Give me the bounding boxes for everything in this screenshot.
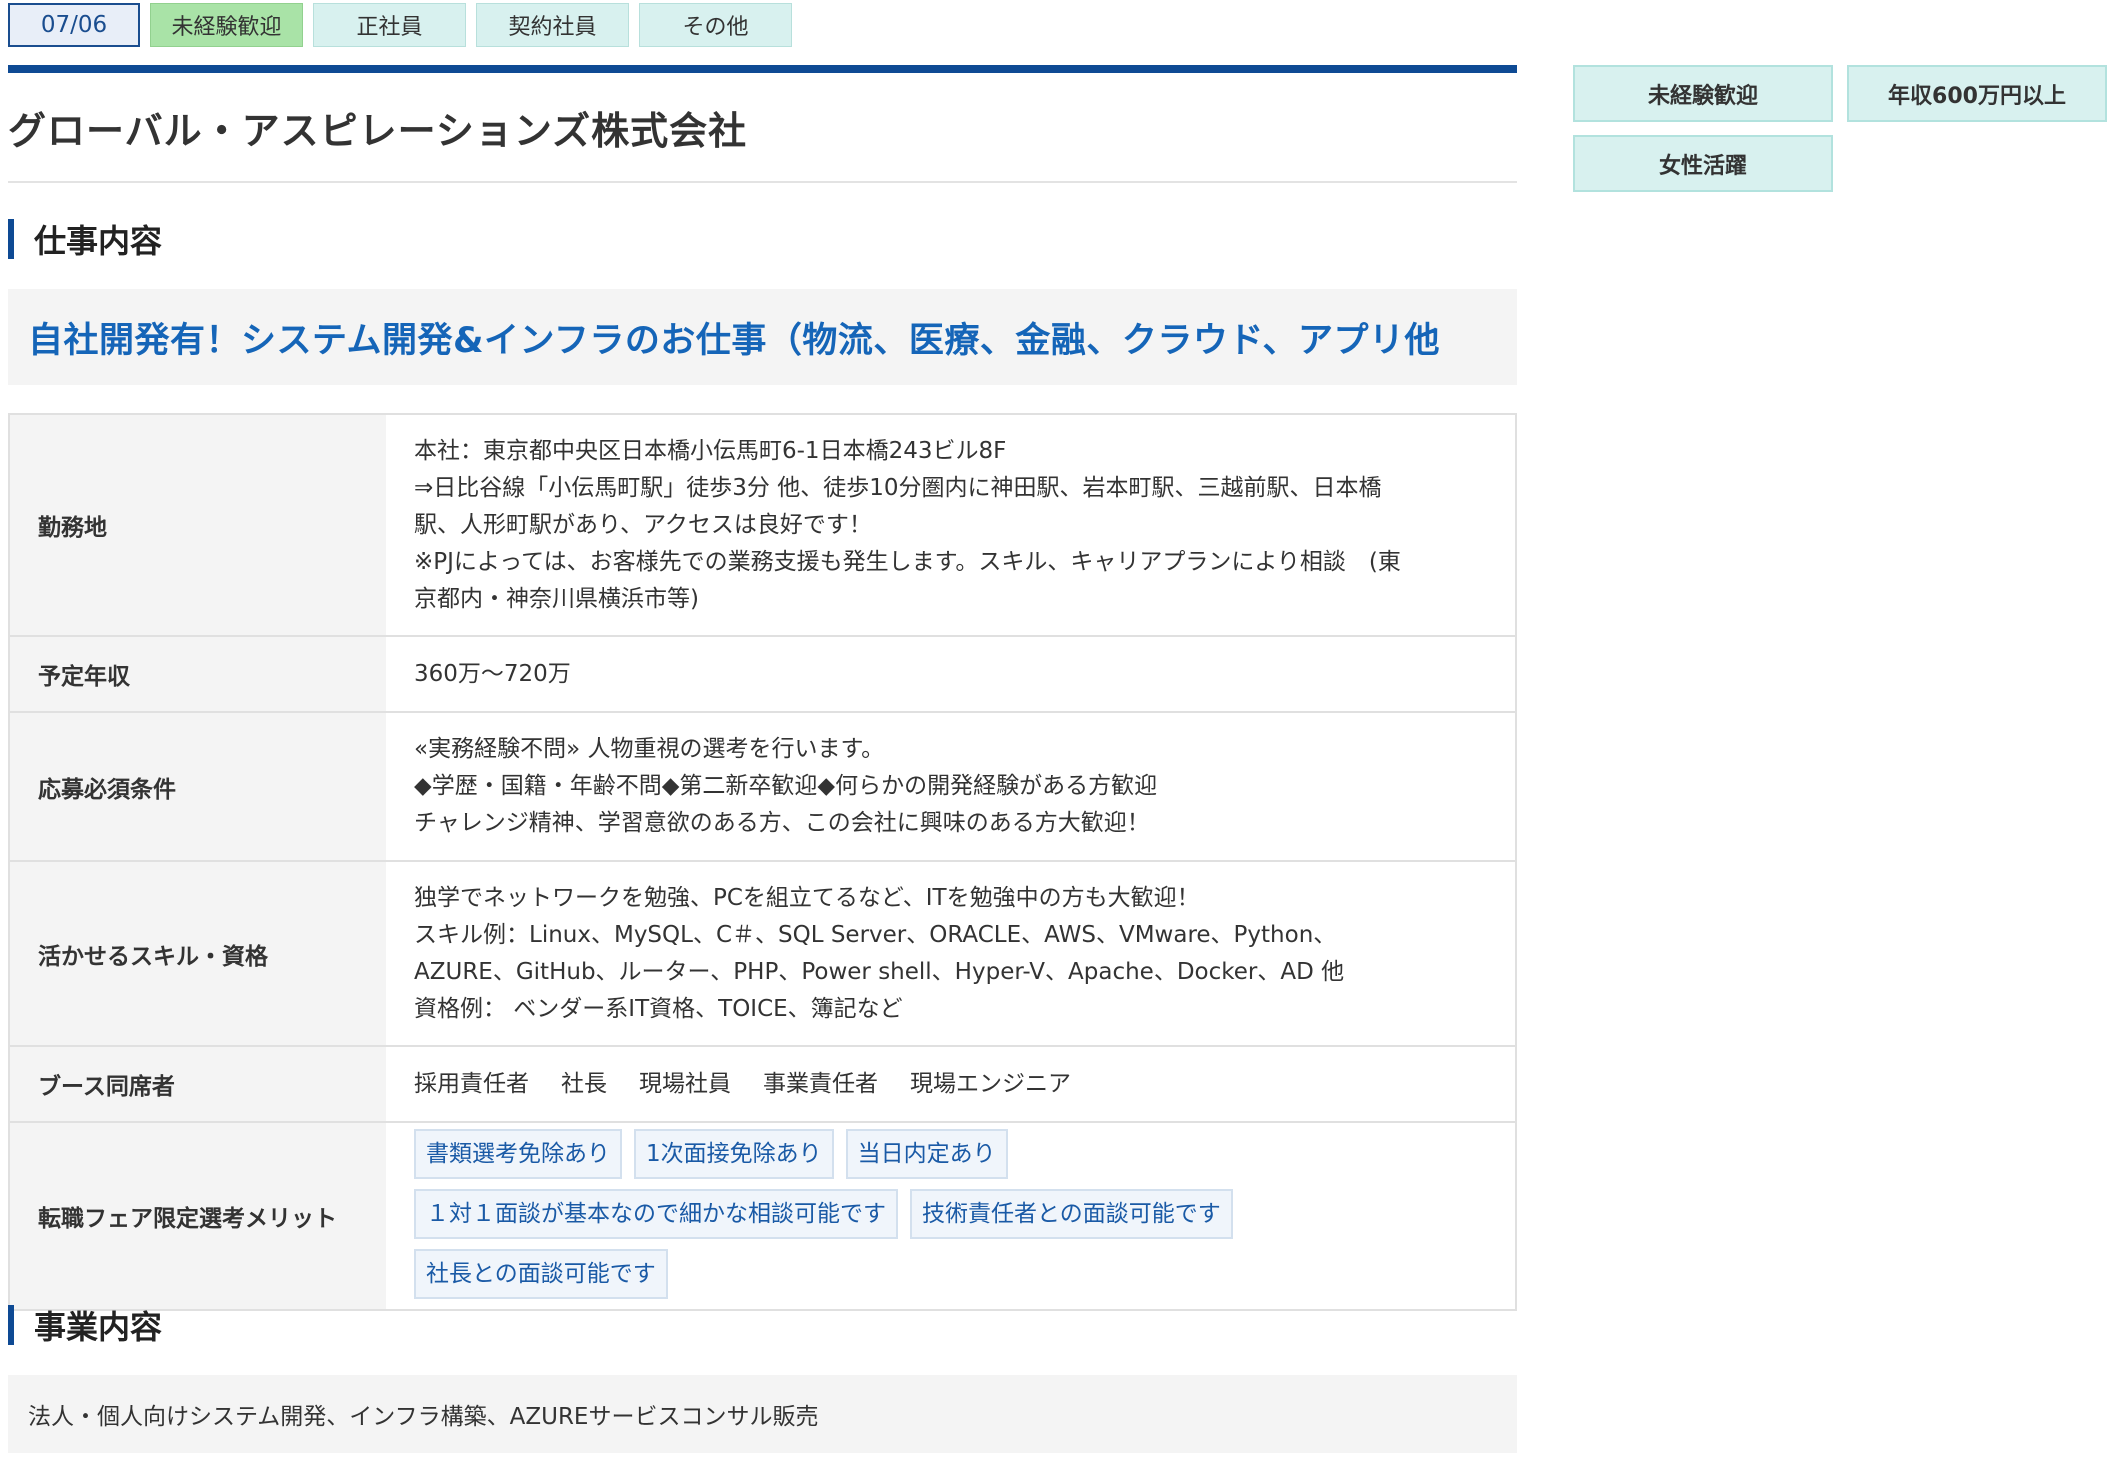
salary-label: 予定年収 [9, 636, 386, 713]
tag-contract[interactable]: 契約社員 [476, 3, 629, 47]
merit-tag: 技術責任者との面談可能です [910, 1189, 1233, 1239]
booth-member: 現場エンジニア [910, 1070, 1071, 1097]
skills-label: 活かせるスキル・資格 [9, 861, 386, 1047]
merits-value: 書類選考免除あり 1次面接免除あり 当日内定あり １対１面談が基本なので細かな相… [386, 1122, 1516, 1311]
requirements-label: 応募必須条件 [9, 712, 386, 862]
location-line: 本社：東京都中央区日本橋小伝馬町6-1日本橋243ビル8F [414, 437, 1007, 464]
table-row: 応募必須条件 «実務経験不問» 人物重視の選考を行います。 ◆学歴・国籍・年齢不… [9, 712, 1516, 862]
table-row: ブース同席者 採用責任者 社長 現場社員 事業責任者 現場エンジニア [9, 1046, 1516, 1123]
salary-value: 360万〜720万 [386, 636, 1516, 713]
table-row: 活かせるスキル・資格 独学でネットワークを勉強、PCを組立てるなど、ITを勉強中… [9, 861, 1516, 1047]
date-badge: 07/06 [8, 3, 140, 47]
merit-tag-list: 書類選考免除あり 1次面接免除あり 当日内定あり １対１面談が基本なので細かな相… [414, 1123, 1487, 1309]
business-description-box: 法人・個人向けシステム開発、インフラ構築、AZUREサービスコンサル販売 [8, 1375, 1517, 1453]
merit-tag: 1次面接免除あり [634, 1129, 834, 1179]
skills-line: スキル例：Linux、MySQL、C＃、SQL Server、ORACLE、AW… [414, 921, 1337, 948]
booth-member: 社長 [561, 1070, 607, 1097]
location-value: 本社：東京都中央区日本橋小伝馬町6-1日本橋243ビル8F ⇒日比谷線「小伝馬町… [386, 414, 1516, 637]
header-divider-bar [8, 65, 1517, 73]
booth-member: 現場社員 [639, 1070, 731, 1097]
location-line: 京都内・神奈川県横浜市等) [414, 585, 699, 612]
skills-line: 資格例： ベンダー系IT資格、TOICE、簿記など [414, 995, 903, 1022]
job-details-table: 勤務地 本社：東京都中央区日本橋小伝馬町6-1日本橋243ビル8F ⇒日比谷線「… [8, 413, 1517, 1311]
tag-full-time[interactable]: 正社員 [313, 3, 466, 47]
booth-member: 採用責任者 [414, 1070, 529, 1097]
job-catchphrase-box: 自社開発有！システム開発&インフラのお仕事（物流、医療、金融、クラウド、アプリ他 [8, 289, 1517, 385]
requirements-value: «実務経験不問» 人物重視の選考を行います。 ◆学歴・国籍・年齢不問◆第二新卒歓… [386, 712, 1516, 862]
skills-line: 独学でネットワークを勉強、PCを組立てるなど、ITを勉強中の方も大歓迎！ [414, 884, 1200, 911]
merit-tag: １対１面談が基本なので細かな相談可能です [414, 1189, 898, 1239]
booth-value: 採用責任者 社長 現場社員 事業責任者 現場エンジニア [386, 1046, 1516, 1123]
location-line: ⇒日比谷線「小伝馬町駅」徒歩3分 他、徒歩10分圏内に神田駅、岩本町駅、三越前駅… [414, 474, 1382, 501]
tag-inexperienced-welcome[interactable]: 未経験歓迎 [150, 3, 303, 47]
merits-label: 転職フェア限定選考メリット [9, 1122, 386, 1311]
table-row: 勤務地 本社：東京都中央区日本橋小伝馬町6-1日本橋243ビル8F ⇒日比谷線「… [9, 414, 1516, 637]
tag-other[interactable]: その他 [639, 3, 792, 47]
skills-value: 独学でネットワークを勉強、PCを組立てるなど、ITを勉強中の方も大歓迎！ スキル… [386, 861, 1516, 1047]
merit-tag: 当日内定あり [845, 1129, 1008, 1179]
requirements-line: «実務経験不問» 人物重視の選考を行います。 [414, 736, 885, 762]
business-section-heading: 事業内容 [8, 1305, 162, 1346]
job-catchphrase: 自社開発有！システム開発&インフラのお仕事（物流、医療、金融、クラウド、アプリ他 [28, 320, 1441, 361]
table-row: 予定年収 360万〜720万 [9, 636, 1516, 713]
location-line: 駅、人形町駅があり、アクセスは良好です！ [414, 511, 872, 538]
merit-tag: 社長との面談可能です [414, 1249, 668, 1299]
requirements-line: ◆学歴・国籍・年齢不問◆第二新卒歓迎◆何らかの開発経験がある方歓迎 [414, 773, 1158, 799]
table-row: 転職フェア限定選考メリット 書類選考免除あり 1次面接免除あり 当日内定あり １… [9, 1122, 1516, 1311]
booth-label: ブース同席者 [9, 1046, 386, 1123]
merit-tag: 書類選考免除あり [414, 1129, 622, 1179]
location-label: 勤務地 [9, 414, 386, 637]
location-line: ※PJによっては、お客様先での業務支援も発生します。スキル、キャリアプランにより… [414, 548, 1401, 575]
side-tag-inexperienced-welcome[interactable]: 未経験歓迎 [1573, 65, 1833, 122]
requirements-line: チャレンジ精神、学習意欲のある方、この会社に興味のある方大歓迎！ [414, 810, 1150, 836]
company-name: グローバル・アスピレーションズ株式会社 [8, 109, 748, 153]
skills-line: AZURE、GitHub、ルーター、PHP、Power shell、Hyper-… [414, 958, 1345, 985]
side-tag-salary-6m-plus[interactable]: 年収600万円以上 [1847, 65, 2107, 122]
top-tag-row: 07/06 未経験歓迎 正社員 契約社員 その他 [8, 3, 792, 47]
booth-member: 事業責任者 [763, 1070, 878, 1097]
business-description: 法人・個人向けシステム開発、インフラ構築、AZUREサービスコンサル販売 [28, 1404, 819, 1430]
company-divider [8, 181, 1517, 183]
job-section-heading: 仕事内容 [8, 219, 162, 260]
side-tag-women-active[interactable]: 女性活躍 [1573, 135, 1833, 192]
